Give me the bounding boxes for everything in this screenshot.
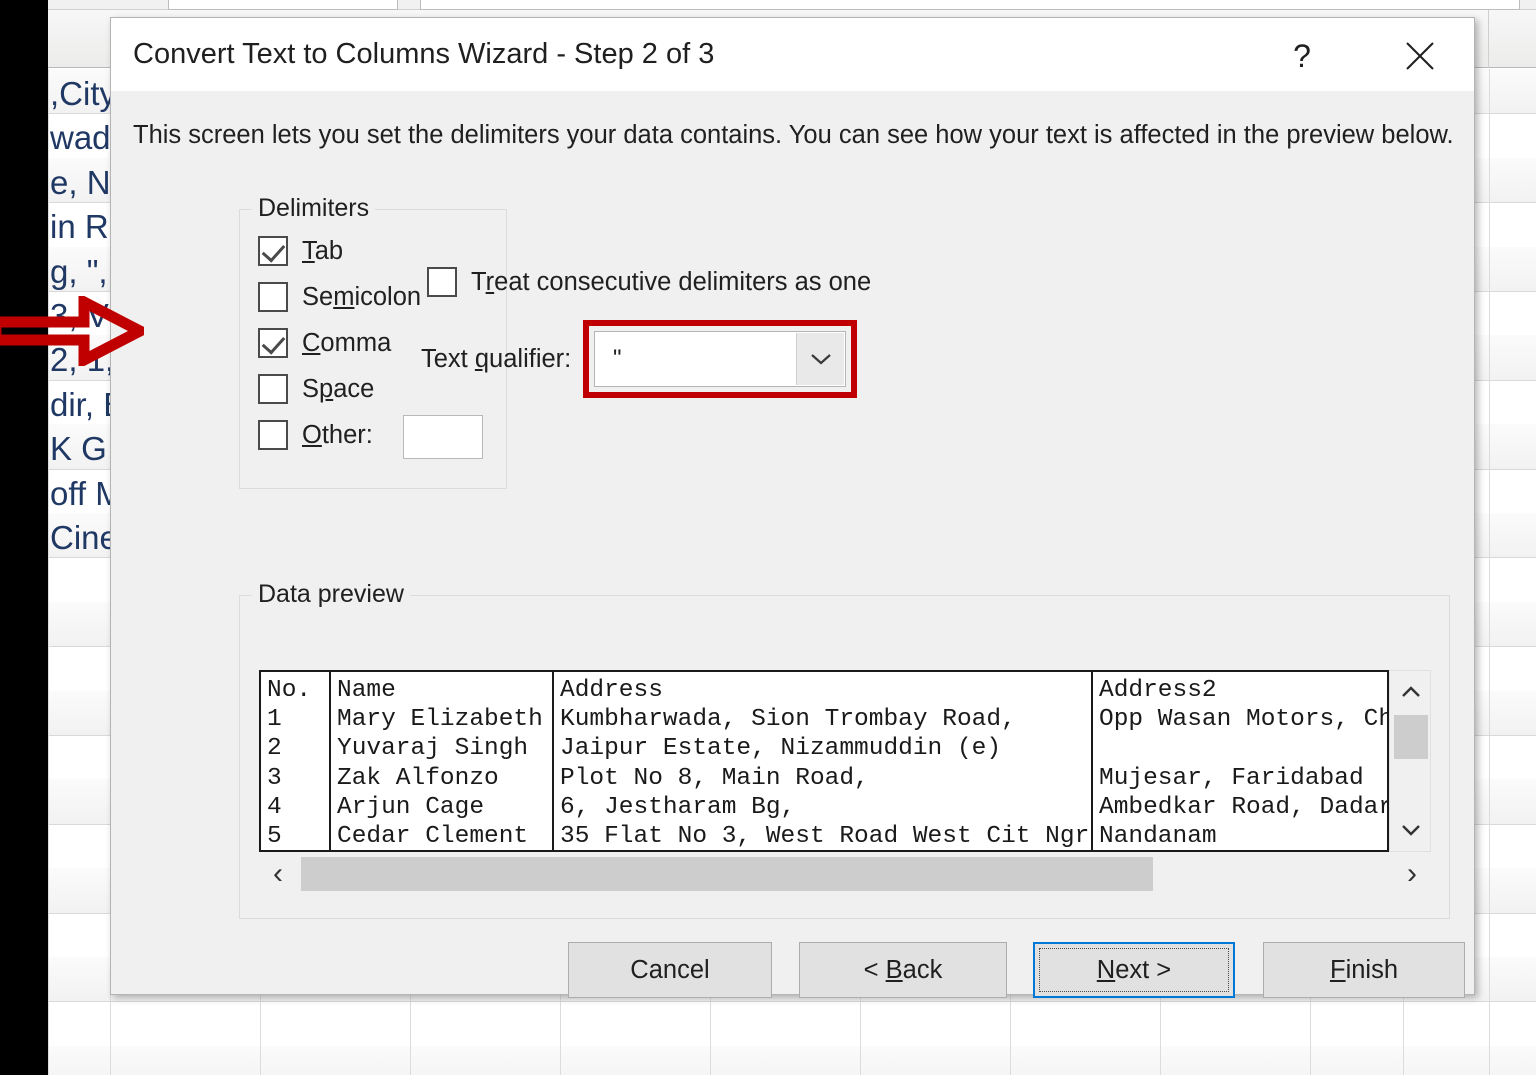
semicolon-label: Semicolon	[302, 282, 422, 311]
finish-button-label: Finish	[1329, 955, 1399, 984]
delimiter-comma-row[interactable]: Comma	[258, 328, 391, 358]
delimiter-tab-row[interactable]: Tab	[258, 236, 343, 266]
finish-button[interactable]: Finish	[1263, 942, 1465, 998]
dialog-title: Convert Text to Columns Wizard - Step 2 …	[133, 38, 715, 70]
dialog-body: This screen lets you set the delimiters …	[111, 91, 1474, 998]
tab-checkbox[interactable]	[258, 236, 288, 266]
other-delimiter-input[interactable]	[403, 415, 483, 459]
dialog-intro-text: This screen lets you set the delimiters …	[133, 121, 1454, 149]
treat-consecutive-checkbox[interactable]	[427, 267, 457, 297]
delimiter-space-row[interactable]: Space	[258, 374, 374, 404]
preview-horizontal-scrollbar[interactable]: ‹ ›	[259, 854, 1431, 894]
scroll-right-glyph: ›	[1407, 857, 1417, 890]
convert-text-to-columns-dialog: Convert Text to Columns Wizard - Step 2 …	[110, 17, 1475, 998]
scroll-up-icon[interactable]	[1390, 673, 1432, 711]
close-icon[interactable]	[1396, 36, 1444, 76]
treat-consecutive-row[interactable]: Treat consecutive delimiters as one	[427, 267, 871, 297]
excel-cell[interactable]: dir, B	[50, 386, 110, 424]
close-x-svg	[1406, 42, 1434, 70]
preview-vertical-scrollbar[interactable]	[1389, 670, 1431, 852]
space-checkbox[interactable]	[258, 374, 288, 404]
screen-root: M ,Citywadae, Niin Rg, ",3, V2, 1,dir, B…	[0, 0, 1536, 1075]
excel-cell[interactable]: ,City	[50, 75, 110, 113]
preview-column-address: Address Kumbharwada, Sion Trombay Road, …	[560, 677, 1090, 851]
chevron-down-icon[interactable]	[796, 333, 844, 385]
back-button[interactable]: < Back	[799, 942, 1007, 998]
scroll-left-glyph: ‹	[273, 857, 283, 890]
tab-label: Tab	[302, 236, 344, 265]
other-checkbox[interactable]	[258, 420, 288, 450]
back-button-label: < Back	[863, 955, 943, 984]
comma-label: Comma	[302, 328, 392, 357]
excel-cell[interactable]: Cine	[50, 519, 110, 557]
excel-cell[interactable]: off M	[50, 475, 110, 513]
excel-grid-line-v	[48, 69, 49, 1075]
preview-column-separator-1[interactable]	[329, 672, 331, 850]
dialog-titlebar: Convert Text to Columns Wizard - Step 2 …	[111, 18, 1474, 91]
excel-cell[interactable]: g, ",	[50, 253, 110, 291]
excel-cell[interactable]: in R	[50, 208, 110, 246]
annotation-arrow-icon	[0, 296, 144, 366]
text-qualifier-combobox[interactable]: "	[594, 331, 846, 387]
help-icon[interactable]: ?	[1278, 36, 1326, 76]
cancel-button-label: Cancel	[630, 955, 710, 984]
help-glyph: ?	[1293, 37, 1311, 74]
preview-column-no: No. 1 2 3 4 5	[267, 677, 312, 851]
chevron-down-svg	[810, 354, 831, 365]
preview-column-name: Name Mary Elizabeth Yuvaraj Singh Zak Al…	[337, 677, 543, 851]
next-button[interactable]: Next >	[1033, 942, 1235, 998]
other-label: Other:	[302, 420, 373, 449]
preview-hscroll-thumb[interactable]	[301, 857, 1153, 891]
scroll-right-icon[interactable]: ›	[1393, 854, 1431, 894]
scroll-left-icon[interactable]: ‹	[259, 854, 297, 894]
data-preview-pane[interactable]: No. 1 2 3 4 5 Name Mary Elizabeth Yuvara…	[259, 670, 1389, 852]
delimiters-legend: Delimiters	[252, 194, 376, 223]
excel-grid-line-v	[1489, 69, 1490, 1075]
text-qualifier-value: "	[613, 345, 622, 372]
comma-checkbox[interactable]	[258, 328, 288, 358]
preview-column-separator-2[interactable]	[552, 672, 554, 850]
semicolon-checkbox[interactable]	[258, 282, 288, 312]
preview-column-separator-3[interactable]	[1091, 672, 1093, 850]
excel-cell[interactable]: e, Ni	[50, 164, 110, 202]
delimiter-other-row[interactable]: Other:	[258, 420, 373, 450]
excel-cell[interactable]: K G E	[50, 430, 110, 468]
chevron-up-svg	[1402, 686, 1420, 697]
space-label: Space	[302, 374, 375, 403]
data-preview-legend: Data preview	[252, 580, 410, 609]
text-qualifier-label: Text qualifier:	[421, 345, 572, 373]
cancel-button[interactable]: Cancel	[568, 942, 772, 998]
delimiter-semicolon-row[interactable]: Semicolon	[258, 282, 421, 312]
treat-consecutive-label: Treat consecutive delimiters as one	[471, 267, 872, 296]
preview-column-address2: Address2 Opp Wasan Motors, Chembur (ea M…	[1099, 677, 1389, 851]
data-preview-group: Data preview No. 1 2 3 4 5 Name Mary Eli…	[239, 580, 1450, 919]
next-button-focus-ring	[1039, 948, 1229, 992]
excel-row-band	[48, 1045, 1536, 1075]
excel-name-box[interactable]	[168, 0, 398, 10]
scroll-down-icon[interactable]	[1390, 811, 1432, 849]
excel-cell[interactable]: wada	[50, 119, 110, 157]
chevron-down-svg	[1402, 825, 1420, 836]
excel-formula-bar[interactable]	[420, 0, 1520, 10]
excel-grid-line-h	[48, 1001, 1536, 1003]
preview-vscroll-thumb[interactable]	[1394, 715, 1428, 759]
